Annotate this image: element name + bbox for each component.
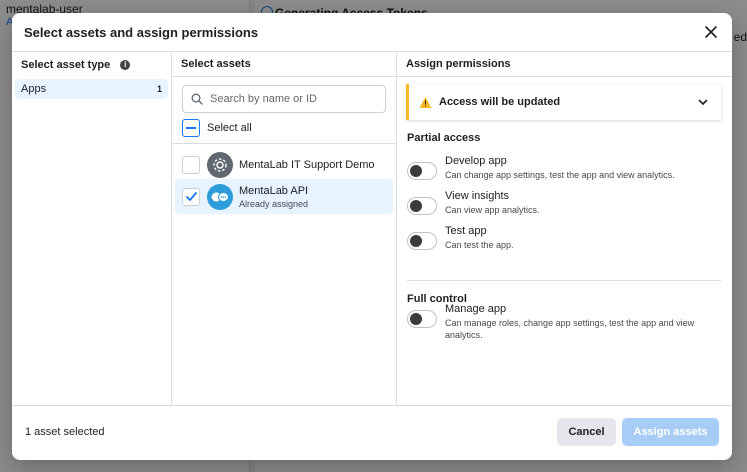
asset-name: MentaLab API bbox=[239, 184, 309, 197]
access-update-alert[interactable]: Access will be updated bbox=[406, 84, 721, 120]
alert-text: Access will be updated bbox=[439, 96, 561, 108]
info-icon[interactable]: i bbox=[120, 59, 131, 70]
chevron-down-icon[interactable] bbox=[697, 96, 709, 108]
permission-name: Test app bbox=[445, 225, 487, 237]
dialog-body: Select asset type i Apps 1 Select assets… bbox=[12, 51, 732, 406]
close-icon bbox=[705, 26, 717, 38]
checkmark-icon bbox=[185, 192, 197, 201]
permissions-divider bbox=[407, 280, 721, 281]
permissions-column: Assign permissions Access will be update… bbox=[397, 52, 732, 405]
manage-app-toggle[interactable] bbox=[407, 310, 437, 328]
permission-description: Can change app settings, test the app an… bbox=[445, 170, 675, 180]
asset-row-mentalab-api[interactable]: MentaLab API Already assigned bbox=[175, 179, 393, 214]
assets-header: Select assets bbox=[172, 52, 396, 77]
assets-column: Select assets Select all Men bbox=[172, 52, 397, 405]
view-insights-toggle[interactable] bbox=[407, 197, 437, 215]
gear-icon bbox=[207, 151, 233, 178]
partial-access-title: Partial access bbox=[407, 132, 481, 144]
cancel-button[interactable]: Cancel bbox=[557, 418, 616, 446]
warning-icon bbox=[419, 96, 432, 108]
asset-type-column: Select asset type i Apps 1 bbox=[12, 52, 172, 405]
search-icon bbox=[191, 93, 203, 105]
permission-manage-app: Manage app Can manage roles, change app … bbox=[407, 303, 720, 341]
permissions-header: Assign permissions bbox=[397, 52, 732, 77]
permission-test-app: Test app Can test the app. bbox=[407, 225, 720, 251]
asset-search-input[interactable] bbox=[210, 93, 380, 105]
asset-type-header: Select asset type i bbox=[12, 52, 171, 77]
permission-description: Can manage roles, change app settings, t… bbox=[445, 318, 695, 340]
dialog-title: Select assets and assign permissions bbox=[24, 25, 259, 40]
asset-type-item-apps[interactable]: Apps 1 bbox=[15, 79, 168, 99]
asset-type-item-label: Apps bbox=[21, 83, 47, 95]
assign-assets-button[interactable]: Assign assets bbox=[622, 418, 719, 446]
permission-develop-app: Develop app Can change app settings, tes… bbox=[407, 155, 720, 181]
asset-type-header-label: Select asset type bbox=[21, 58, 111, 71]
select-all-label: Select all bbox=[207, 122, 252, 134]
assign-permissions-dialog: Select assets and assign permissions Sel… bbox=[12, 13, 732, 460]
permission-name: View insights bbox=[445, 190, 509, 202]
select-all-checkbox[interactable] bbox=[182, 119, 200, 137]
asset-status: Already assigned bbox=[239, 198, 309, 209]
asset-search-box[interactable] bbox=[182, 85, 386, 113]
test-app-toggle[interactable] bbox=[407, 232, 437, 250]
close-button[interactable] bbox=[702, 23, 720, 41]
asset-row-it-support-demo[interactable]: MentaLab IT Support Demo bbox=[175, 147, 393, 182]
develop-app-toggle[interactable] bbox=[407, 162, 437, 180]
assets-divider bbox=[172, 143, 396, 144]
asset-type-item-count: 1 bbox=[156, 84, 162, 94]
permission-description: Can test the app. bbox=[445, 240, 514, 250]
permission-view-insights: View insights Can view app analytics. bbox=[407, 190, 720, 216]
asset-checkbox-checked[interactable] bbox=[182, 187, 200, 206]
permission-name: Develop app bbox=[445, 155, 507, 167]
asset-name: MentaLab IT Support Demo bbox=[239, 158, 375, 171]
chat-bubbles-icon bbox=[207, 183, 233, 210]
select-all-row[interactable]: Select all bbox=[182, 119, 252, 137]
permission-name: Manage app bbox=[445, 303, 507, 315]
selection-status: 1 asset selected bbox=[25, 426, 105, 438]
asset-checkbox[interactable] bbox=[182, 155, 200, 174]
permission-description: Can view app analytics. bbox=[445, 205, 540, 215]
